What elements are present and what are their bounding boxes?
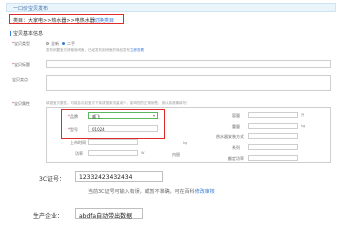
brand-value: 威飞: [92, 114, 100, 119]
heater-install-label: 热水器安装方式: [216, 134, 244, 139]
condition-used-radio[interactable]: [62, 42, 65, 45]
title-label: *宝贝标题: [12, 62, 30, 67]
selling-point-label: 宝贝卖点: [12, 77, 28, 82]
certificate-value: 12332423432434: [79, 174, 133, 181]
form-title: 一口价宝贝发布: [13, 6, 49, 12]
certificate-input[interactable]: 12332423432434: [75, 171, 163, 182]
model-input[interactable]: 01024: [88, 125, 158, 132]
listed-time-input[interactable]: [88, 139, 138, 145]
power-input[interactable]: [88, 150, 138, 156]
basic-info-section-title: 宝贝基本信息: [10, 30, 43, 37]
rated-power-label: 额定功率: [228, 156, 244, 161]
weight-label: 重量: [232, 124, 240, 129]
series-input[interactable]: [248, 144, 298, 150]
condition-hint: 发布闲置宝贝请使用闲鱼，已经发布到闲鱼的商品发布立即查看: [46, 48, 144, 52]
tank-label: 内胆: [172, 152, 180, 157]
listed-time-label: 上市时间: [70, 140, 86, 145]
power-label: 功率: [75, 151, 83, 156]
category-path: 类目：大家电>>热水器>>电热水器: [13, 18, 95, 24]
condition-used-label: 二手: [67, 41, 75, 46]
weight-unit: kg: [301, 124, 306, 128]
view-now-link[interactable]: 立即查看: [130, 48, 144, 52]
brand-select[interactable]: 威飞 ▾: [88, 112, 158, 119]
tank-unit: kg: [183, 141, 188, 145]
model-value: 01024: [92, 127, 105, 132]
series-label: 系列: [232, 145, 240, 150]
modify-review-link[interactable]: 修改审核: [195, 189, 215, 195]
volume-unit: 升: [301, 113, 305, 117]
weight-input[interactable]: [248, 123, 298, 129]
attrs-hint: 填错宝贝属性，可能会引起宝贝下架或搜索流量减少，影响您的正常销售，请认真准确填写…: [46, 101, 190, 105]
manufacturer-input[interactable]: abdfa自动带出数据: [75, 208, 143, 220]
chevron-down-icon: ▾: [152, 113, 155, 118]
attrs-label: *宝贝属性: [12, 101, 30, 106]
heater-install-select[interactable]: [248, 133, 298, 139]
title-input[interactable]: [46, 60, 331, 68]
certificate-hint: 当前3C证号可输入有误，或暂不准确，可在百科修改审核: [88, 189, 215, 195]
certificate-label: 3C证号：: [39, 176, 66, 183]
manufacturer-label: 生产企业：: [33, 213, 64, 220]
form-title-bar: 一口价宝贝发布: [6, 3, 336, 12]
selling-point-textarea[interactable]: [46, 75, 331, 91]
category-breadcrumb: 类目：大家电>>热水器>>电热水器 切换类目: [9, 14, 124, 24]
model-label: *型号: [68, 127, 78, 132]
condition-new-label: 全新: [51, 41, 59, 46]
condition-label: *宝贝类型: [12, 41, 30, 46]
power-unit: W: [141, 151, 145, 155]
manufacturer-value: abdfa自动带出数据: [79, 213, 133, 220]
section-marker: [10, 31, 11, 36]
volume-label: 容量: [232, 113, 240, 118]
condition-new-radio[interactable]: [46, 42, 49, 45]
brand-label: *品牌: [68, 114, 78, 119]
volume-input[interactable]: [248, 112, 298, 118]
switch-category-link[interactable]: 切换类目: [94, 17, 114, 24]
rated-power-input[interactable]: [248, 155, 298, 161]
